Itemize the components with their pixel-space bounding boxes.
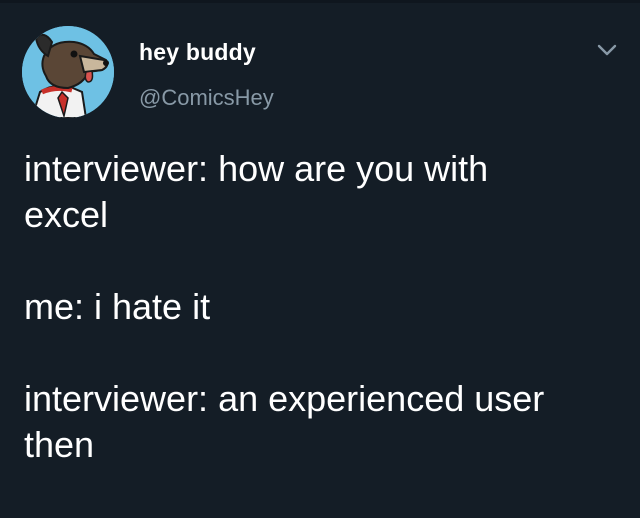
tweet-text: interviewer: how are you with excel me: … <box>24 146 624 468</box>
chevron-down-icon[interactable] <box>594 40 620 60</box>
avatar[interactable] <box>22 26 114 118</box>
tweet-paragraph-3: interviewer: an experienced user then <box>24 378 545 465</box>
tweet-paragraph-1: interviewer: how are you with excel <box>24 148 489 235</box>
user-handle[interactable]: @ComicsHey <box>139 85 274 111</box>
top-divider <box>0 0 640 3</box>
cartoon-dog-avatar-icon <box>22 26 114 118</box>
display-name[interactable]: hey buddy <box>139 39 256 66</box>
tweet-paragraph-2: me: i hate it <box>24 286 211 327</box>
tweet-card: hey buddy @ComicsHey interviewer: how ar… <box>0 0 640 518</box>
